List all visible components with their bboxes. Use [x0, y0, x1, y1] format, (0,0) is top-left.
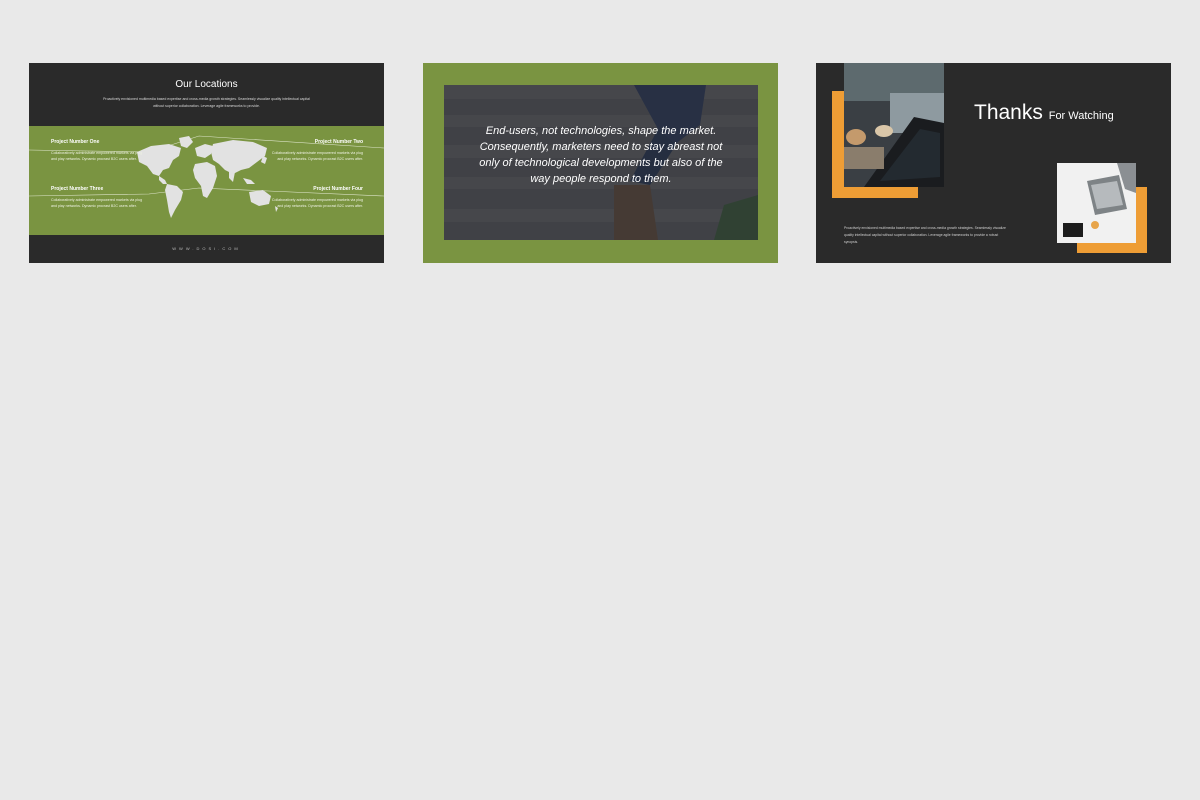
slide-title: Our Locations [175, 79, 238, 90]
project-three: Project Number Three Collaboratively adm… [51, 186, 146, 209]
project-body: Collaboratively administrate empowered m… [51, 151, 143, 161]
website-url: WWW.DOSI.COM [172, 246, 241, 251]
project-body: Collaboratively administrate empowered m… [271, 151, 363, 161]
closing-text: Proactively envisioned multimedia based … [844, 226, 1006, 244]
project-heading: Project Number Two [314, 139, 363, 145]
project-body: Collaboratively administrate empowered m… [51, 198, 143, 208]
world-map-icon [137, 136, 278, 218]
project-two: Project Number Two Collaboratively admin… [268, 139, 363, 162]
slide-quote[interactable]: End-users, not technologies, shape the m… [423, 63, 778, 263]
map-band: Project Number One Collaboratively admin… [29, 126, 384, 235]
project-heading: Project Number Three [51, 186, 104, 192]
project-one: Project Number One Collaboratively admin… [51, 139, 146, 162]
title-main: Thanks [974, 101, 1043, 124]
slide-thanks[interactable]: Thanks For Watching Proactively envision… [816, 63, 1171, 263]
slide-subtitle: Proactively envisioned multimedia based … [103, 97, 310, 108]
quote-text: End-users, not technologies, shape the m… [479, 125, 723, 185]
desk-laptop-photo [1057, 163, 1136, 243]
title-small: For Watching [1048, 110, 1114, 122]
thanks-title: Thanks For Watching [974, 101, 1114, 125]
cafe-laptop-photo [844, 63, 944, 187]
project-heading: Project Number Four [313, 186, 363, 192]
slide-our-locations[interactable]: Our Locations Proactively envisioned mul… [29, 63, 384, 263]
project-four: Project Number Four Collaboratively admi… [268, 186, 363, 209]
project-heading: Project Number One [51, 139, 100, 145]
project-body: Collaboratively administrate empowered m… [271, 198, 363, 208]
